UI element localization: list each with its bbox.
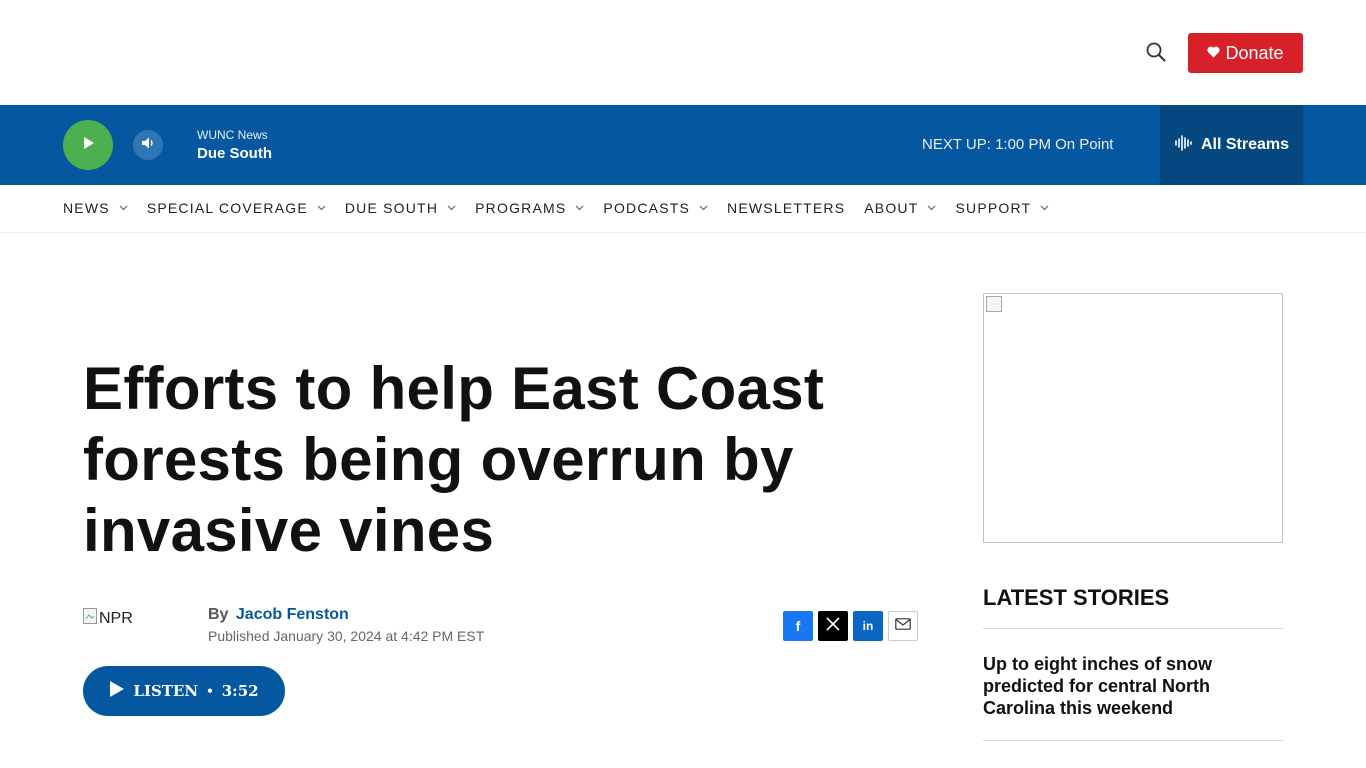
by-label: By — [208, 606, 229, 623]
heart-icon — [1207, 46, 1221, 60]
nav-item-about[interactable]: ABOUT — [864, 200, 936, 216]
search-icon — [1146, 42, 1166, 67]
nav-item-newsletters[interactable]: NEWSLETTERS — [727, 200, 845, 216]
donate-button[interactable]: Donate — [1188, 33, 1303, 73]
divider — [983, 740, 1283, 741]
chevron-down-icon — [699, 205, 708, 211]
nav-item-support[interactable]: SUPPORT — [955, 200, 1049, 216]
linkedin-share-button[interactable]: in — [853, 611, 883, 641]
broken-image-icon — [986, 296, 1002, 312]
article-headline: Efforts to help East Coast forests being… — [83, 355, 825, 564]
email-icon — [895, 617, 911, 635]
author-link[interactable]: Jacob Fenston — [236, 606, 349, 623]
nav-item-label: NEWS — [63, 200, 110, 216]
chevron-down-icon — [1040, 205, 1049, 211]
show-name: Due South — [197, 145, 272, 162]
chevron-down-icon — [927, 205, 936, 211]
nav-list: NEWS SPECIAL COVERAGE DUE SOUTH PROGRAMS… — [63, 200, 1049, 216]
listen-button[interactable]: LISTEN • 3:52 — [83, 666, 285, 716]
nav-item-label: SPECIAL COVERAGE — [146, 200, 308, 216]
facebook-share-button[interactable]: f — [783, 611, 813, 641]
donate-label: Donate — [1225, 42, 1284, 63]
play-icon — [109, 680, 125, 702]
audio-wave-icon — [1174, 134, 1194, 157]
next-up: NEXT UP: 1:00 PM On Point — [922, 136, 1113, 153]
facebook-icon: f — [795, 618, 801, 634]
nav-item-special-coverage[interactable]: SPECIAL COVERAGE — [147, 200, 326, 216]
advertisement[interactable] — [983, 293, 1283, 543]
npr-logo[interactable]: NPR — [83, 608, 133, 629]
nav-item-news[interactable]: NEWS — [63, 200, 128, 216]
share-buttons: f in — [783, 611, 918, 641]
nav-item-label: PODCASTS — [603, 200, 691, 216]
x-share-button[interactable] — [818, 611, 848, 641]
main-nav: NEWS SPECIAL COVERAGE DUE SOUTH PROGRAMS… — [0, 185, 1366, 233]
station-name: WUNC News — [197, 128, 268, 142]
latest-stories-heading: LATEST STORIES — [983, 585, 1170, 610]
latest-story-link[interactable]: Up to eight inches of snow predicted for… — [983, 653, 1243, 719]
play-icon — [80, 135, 96, 156]
broken-image-icon — [83, 608, 97, 629]
all-streams-button[interactable]: All Streams — [1160, 105, 1303, 185]
nav-item-label: ABOUT — [864, 200, 919, 216]
nav-item-podcasts[interactable]: PODCASTS — [603, 200, 708, 216]
play-button[interactable] — [63, 120, 113, 170]
published-date: Published January 30, 2024 at 4:42 PM ES… — [208, 628, 485, 644]
chevron-down-icon — [317, 205, 326, 211]
nav-item-due-south[interactable]: DUE SOUTH — [345, 200, 456, 216]
station-info: WUNC News Due South — [197, 128, 272, 162]
nav-item-label: SUPPORT — [955, 200, 1032, 216]
top-header: Donate — [0, 0, 1366, 105]
nav-item-programs[interactable]: PROGRAMS — [475, 200, 584, 216]
email-share-button[interactable] — [888, 611, 918, 641]
nav-item-label: PROGRAMS — [475, 200, 567, 216]
nav-item-label: DUE SOUTH — [344, 200, 439, 216]
chevron-down-icon — [119, 205, 128, 211]
linkedin-icon: in — [862, 619, 874, 633]
nav-item-label: NEWSLETTERS — [727, 200, 846, 216]
listen-duration: 3:52 — [221, 682, 259, 700]
npr-logo-alt: NPR — [99, 609, 133, 627]
chevron-down-icon — [575, 205, 584, 211]
audio-player-bar: WUNC News Due South NEXT UP: 1:00 PM On … — [0, 105, 1366, 185]
listen-label: LISTEN — [133, 682, 199, 700]
listen-separator: • — [206, 684, 214, 698]
byline: By Jacob Fenston — [208, 606, 349, 624]
search-button[interactable] — [1142, 40, 1170, 68]
x-icon — [826, 616, 840, 636]
chevron-down-icon — [447, 205, 456, 211]
volume-button[interactable] — [133, 130, 163, 160]
divider — [983, 628, 1283, 629]
volume-icon — [141, 136, 155, 155]
next-up-value: 1:00 PM On Point — [995, 136, 1114, 153]
all-streams-label: All Streams — [1200, 136, 1290, 153]
next-up-label: NEXT UP: — [922, 136, 991, 153]
